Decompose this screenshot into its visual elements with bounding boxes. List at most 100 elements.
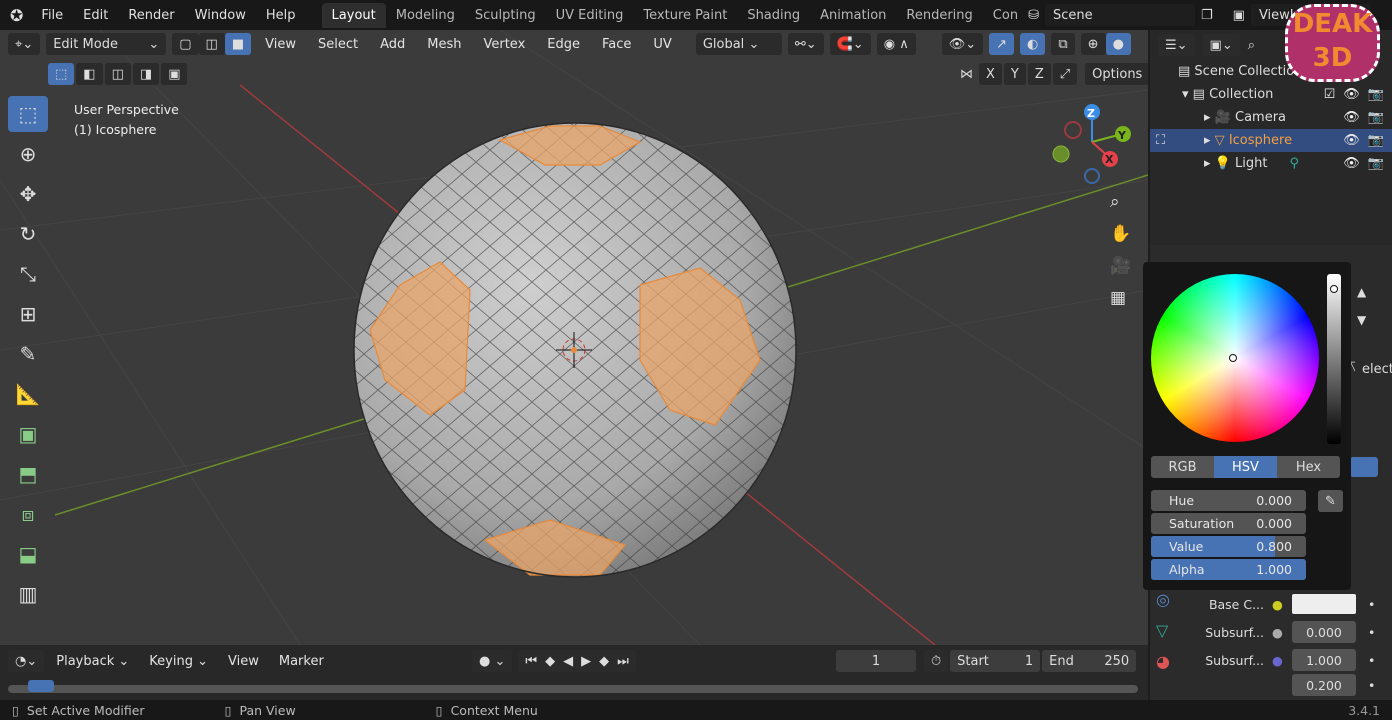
record-icon[interactable]: ● ⌄ — [472, 650, 513, 672]
keying-menu[interactable]: Keying ⌄ — [141, 654, 216, 669]
menu-mesh[interactable]: Mesh — [419, 37, 469, 52]
hue-field[interactable]: Hue 0.000 — [1151, 490, 1306, 511]
tab-animation[interactable]: Animation — [810, 3, 896, 28]
tab-hex[interactable]: Hex — [1277, 456, 1340, 478]
cursor-tool-icon[interactable]: ⊕ — [8, 136, 48, 172]
select-extend-icon[interactable]: ◧ — [76, 63, 103, 85]
measure-tool-icon[interactable]: 📐 — [8, 376, 48, 412]
value-slider-handle[interactable] — [1330, 285, 1338, 293]
mesh-tab-icon[interactable]: ▽ — [1156, 621, 1170, 640]
menu-uv[interactable]: UV — [645, 37, 679, 52]
checkbox-icon[interactable]: ☑ — [1324, 87, 1336, 102]
scroll-down-icon[interactable]: ▼ — [1350, 309, 1374, 331]
next-keyframe-icon[interactable]: ◆ — [599, 654, 609, 669]
camera-render-icon[interactable]: 📷 — [1368, 87, 1384, 102]
select-button[interactable]: elect — [1355, 358, 1392, 380]
edit-mode-icon[interactable]: ⛶ — [1156, 133, 1165, 148]
alpha-field[interactable]: Alpha 1.000 — [1151, 559, 1306, 580]
scale-tool-icon[interactable]: ⤡ — [8, 256, 48, 292]
tab-layout[interactable]: Layout — [321, 2, 386, 28]
xray-toggle-icon[interactable]: ⧉ — [1051, 33, 1075, 55]
preview-range-icon[interactable]: ⏱ — [924, 650, 949, 672]
start-frame-field[interactable]: Start 1 — [950, 650, 1041, 672]
navigation-gizmo[interactable]: Z Y X — [1052, 104, 1131, 184]
eye-icon[interactable]: 👁 — [1343, 87, 1360, 102]
3d-viewport[interactable]: Z Y X User Perspective (1) Icosphere ⌕ ✋… — [0, 30, 1148, 645]
outliner-item-icosphere[interactable]: ⛶ ▸ ▽ Icosphere 👁 📷 — [1150, 129, 1392, 152]
menu-face[interactable]: Face — [594, 37, 639, 52]
shading-wireframe-icon[interactable]: ⊕ — [1080, 33, 1106, 55]
outliner-item-light[interactable]: ▸ 💡 Light ⚲ 👁 📷 — [1150, 152, 1392, 175]
pan-hand-icon[interactable]: ✋ — [1110, 224, 1131, 244]
face-select-icon[interactable]: ■ — [224, 33, 252, 55]
play-icon[interactable]: ▶ — [581, 654, 591, 669]
tab-modeling[interactable]: Modeling — [386, 3, 465, 28]
jump-start-icon[interactable]: ⏮ — [525, 654, 537, 669]
pivot-icon[interactable]: ⚯⌄ — [787, 33, 824, 55]
eye-icon[interactable]: 👁 — [1343, 110, 1360, 125]
select-invert-icon[interactable]: ◨ — [132, 63, 160, 85]
outliner-display-icon[interactable]: ☰⌄ — [1158, 34, 1195, 56]
menu-file[interactable]: File — [31, 8, 73, 23]
outliner-filter-icon[interactable]: ▣⌄ — [1202, 34, 1240, 56]
gizmo-toggle-icon[interactable]: ↗ — [989, 33, 1015, 55]
base-color-swatch[interactable] — [1292, 594, 1356, 614]
vertex-select-icon[interactable]: ▢ — [172, 33, 199, 55]
edge-select-icon[interactable]: ◫ — [198, 33, 225, 55]
camera-render-icon[interactable]: 📷 — [1368, 133, 1384, 148]
annotate-tool-icon[interactable]: ✎ — [8, 336, 48, 372]
menu-select[interactable]: Select — [310, 37, 366, 52]
snap-icon[interactable]: 🧲⌄ — [829, 33, 871, 55]
menu-help[interactable]: Help — [256, 8, 306, 23]
scene-icon[interactable]: ⛁ — [1022, 8, 1045, 23]
new-scene-icon[interactable]: ❐ — [1195, 8, 1227, 23]
outliner-item-camera[interactable]: ▸ 🎥 Camera 👁 📷 — [1150, 106, 1392, 129]
timeline-editor-icon[interactable]: ◔⌄ — [8, 650, 45, 672]
outliner-search-icon[interactable]: ⌕ — [1248, 38, 1255, 53]
tab-compositing[interactable]: Con — [983, 3, 1022, 28]
transform-orientation-dropdown[interactable]: Global ⌄ — [695, 33, 782, 55]
menu-add[interactable]: Add — [372, 37, 413, 52]
inset-tool-icon[interactable]: ⧈ — [8, 496, 48, 532]
saturation-field[interactable]: Saturation 0.000 — [1151, 513, 1306, 534]
timeline-scrubber[interactable] — [8, 685, 1138, 693]
menu-vertex[interactable]: Vertex — [475, 37, 533, 52]
camera-view-icon[interactable]: 🎥 — [1110, 256, 1131, 276]
eye-icon[interactable]: 👁 — [1343, 133, 1360, 148]
end-frame-field[interactable]: End 250 — [1042, 650, 1137, 672]
topology-mirror-icon[interactable]: ⤢ — [1052, 63, 1078, 85]
mirror-x-toggle[interactable]: X — [979, 63, 1002, 85]
move-tool-icon[interactable]: ✥ — [8, 176, 48, 212]
eye-icon[interactable]: 👁 — [1343, 156, 1360, 171]
camera-render-icon[interactable]: 📷 — [1368, 110, 1384, 125]
scene-selector[interactable]: Scene — [1044, 4, 1195, 26]
menu-window[interactable]: Window — [185, 8, 256, 23]
shading-solid-icon[interactable]: ● — [1105, 33, 1131, 55]
eyedropper-icon[interactable]: ✎ — [1318, 490, 1343, 512]
select-subtract-icon[interactable]: ◫ — [104, 63, 131, 85]
rotate-tool-icon[interactable]: ↻ — [8, 216, 48, 252]
tab-sculpting[interactable]: Sculpting — [465, 3, 546, 28]
tab-uv-editing[interactable]: UV Editing — [546, 3, 634, 28]
add-cube-tool-icon[interactable]: ▣ — [8, 416, 48, 452]
visibility-icon[interactable]: 👁⌄ — [941, 33, 984, 55]
mirror-z-toggle[interactable]: Z — [1027, 63, 1051, 85]
current-frame-field[interactable]: 1 — [836, 650, 916, 672]
select-intersect-icon[interactable]: ▣ — [161, 63, 188, 85]
zoom-icon[interactable]: ⌕ — [1110, 192, 1131, 212]
loop-cut-tool-icon[interactable]: ▥ — [8, 576, 48, 612]
marker-menu[interactable]: Marker — [271, 654, 332, 669]
menu-edge[interactable]: Edge — [539, 37, 588, 52]
subsurface-field[interactable]: 0.000 — [1292, 621, 1356, 643]
editor-type-icon[interactable]: ⌖⌄ — [8, 33, 41, 55]
playback-menu[interactable]: Playback ⌄ — [48, 654, 137, 669]
menu-render[interactable]: Render — [118, 8, 184, 23]
subsurface-radius-x-field[interactable]: 1.000 — [1292, 649, 1356, 671]
select-box-tool-icon[interactable]: ⬚ — [8, 96, 48, 132]
subsurface-radius-y-field[interactable]: 0.200 — [1292, 674, 1356, 696]
camera-render-icon[interactable]: 📷 — [1368, 156, 1384, 171]
ortho-grid-icon[interactable]: ▦ — [1110, 288, 1131, 308]
overlay-toggle-icon[interactable]: ◐ — [1020, 33, 1046, 55]
tab-texture-paint[interactable]: Texture Paint — [633, 3, 737, 28]
mode-selector[interactable]: Edit Mode ⌄ — [46, 33, 167, 55]
